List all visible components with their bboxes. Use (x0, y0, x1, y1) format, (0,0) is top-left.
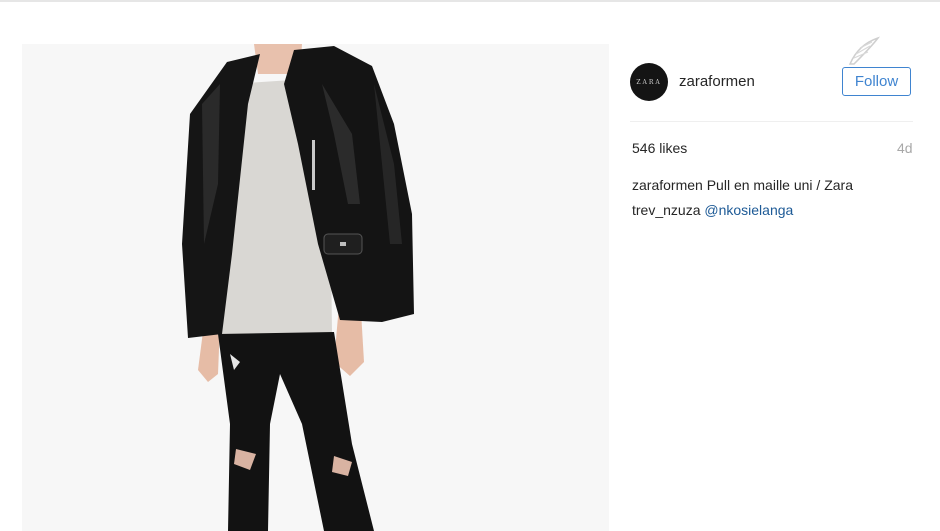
avatar[interactable]: ZARA (630, 63, 668, 101)
username-link[interactable]: zaraformen (679, 73, 755, 90)
header-divider (630, 121, 913, 122)
post-photo (22, 44, 609, 531)
comment-username[interactable]: zaraformen (632, 177, 703, 193)
post-details-panel: ZARA zaraformen Follow 546 likes 4d zara… (609, 44, 940, 531)
likes-count[interactable]: 546 likes (632, 140, 687, 156)
post-header: ZARA zaraformen Follow (609, 44, 940, 122)
comment-username[interactable]: trev_nzuza (632, 202, 700, 218)
avatar-logo-text: ZARA (636, 78, 662, 86)
comment-mention-link[interactable]: @nkosielanga (704, 202, 793, 218)
model-photo-image (22, 44, 609, 531)
post-modal: ZARA zaraformen Follow 546 likes 4d zara… (0, 2, 940, 531)
comment-item: zaraformen Pull en maille uni / Zara (632, 177, 853, 193)
post-timestamp[interactable]: 4d (897, 140, 913, 156)
comment-item: trev_nzuza @nkosielanga (632, 202, 793, 218)
feather-logo-icon (846, 34, 882, 73)
comment-text: Pull en maille uni / Zara (706, 177, 853, 193)
